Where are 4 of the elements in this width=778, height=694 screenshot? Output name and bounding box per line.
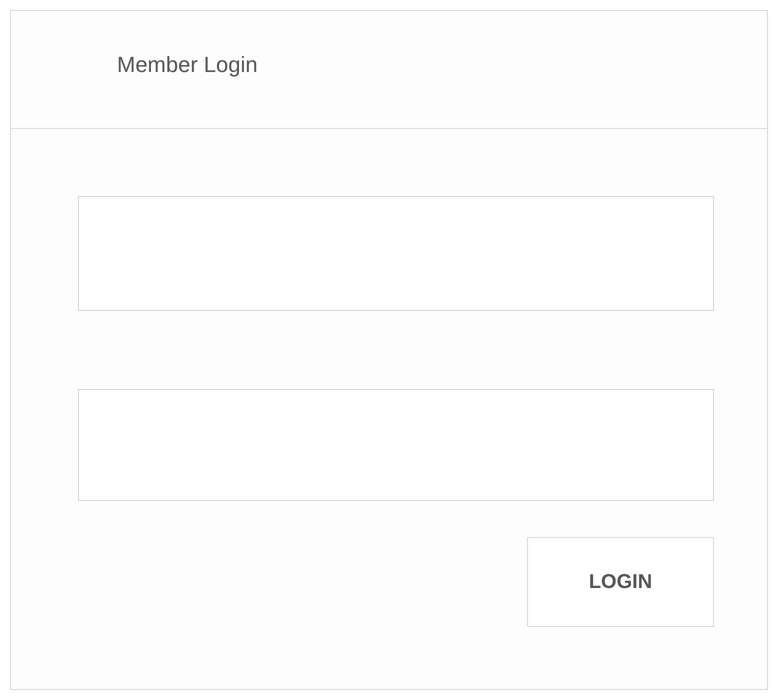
login-button[interactable]: LOGIN [527, 537, 714, 627]
input-field[interactable] [78, 389, 714, 501]
panel-title: Member Login [117, 51, 258, 79]
input-field[interactable] [78, 196, 714, 311]
